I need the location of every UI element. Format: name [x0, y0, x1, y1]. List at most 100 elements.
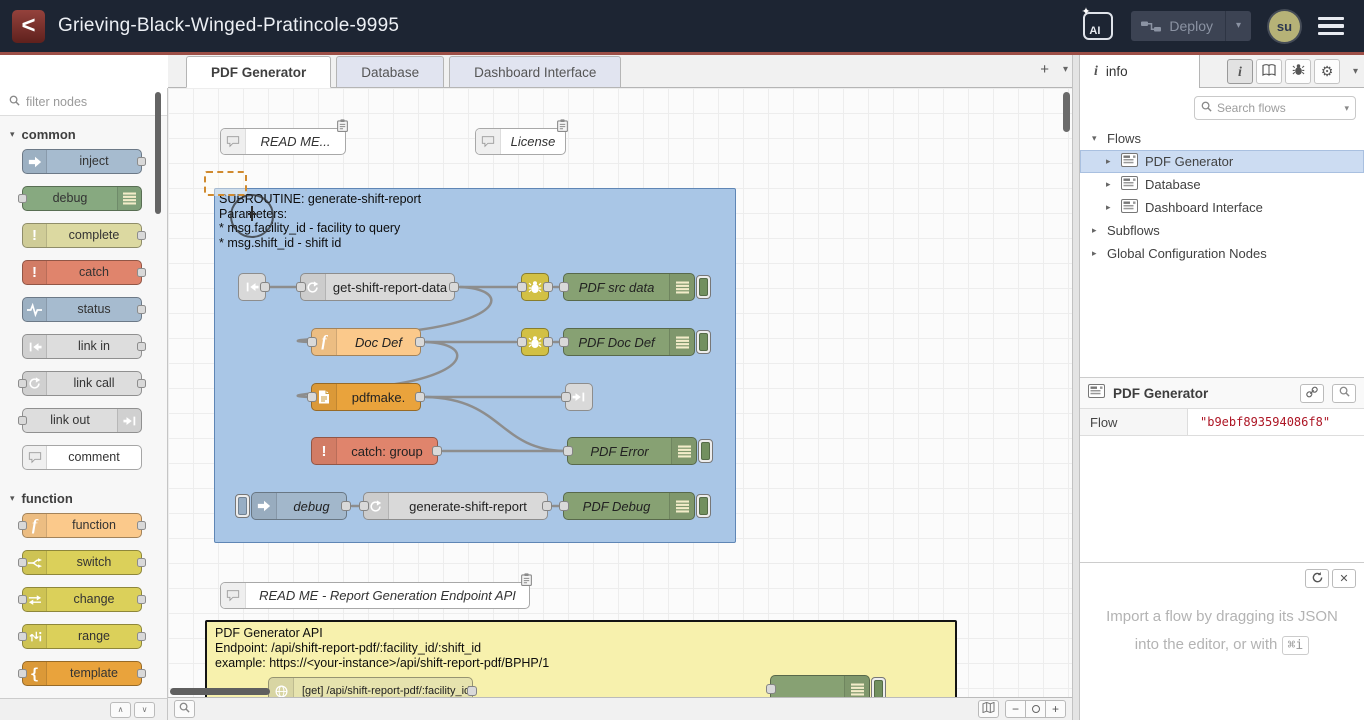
input-port[interactable]: [18, 595, 27, 604]
flow-node-pdf-debug[interactable]: PDF Debug: [563, 492, 695, 520]
output-port[interactable]: [542, 501, 552, 511]
input-port[interactable]: [18, 194, 27, 203]
palette-node-change[interactable]: change: [22, 587, 142, 612]
palette-section-function[interactable]: ▾function: [0, 482, 167, 513]
debug-toggle-button[interactable]: [871, 677, 886, 697]
refresh-button[interactable]: [1305, 569, 1329, 588]
tab-dashboard-interface[interactable]: Dashboard Interface: [449, 56, 621, 88]
palette-node-link-call[interactable]: link call: [22, 371, 142, 396]
palette-node-status[interactable]: status: [22, 297, 142, 322]
detail-search-button[interactable]: [1332, 384, 1356, 403]
tree-item-database[interactable]: ▸Database: [1080, 173, 1364, 196]
flow-node-link-out[interactable]: [565, 383, 593, 411]
input-port[interactable]: [561, 392, 571, 402]
output-port[interactable]: [543, 282, 553, 292]
flow-list-caret[interactable]: ▾: [1063, 64, 1068, 75]
tree-item-pdf-generator[interactable]: ▸PDF Generator: [1080, 150, 1364, 173]
expand-categories-button[interactable]: ∨: [134, 702, 155, 718]
tree-item-global-config[interactable]: ▸ Global Configuration Nodes: [1080, 242, 1364, 265]
close-panel-button[interactable]: ✕: [1332, 569, 1356, 588]
output-port[interactable]: [449, 282, 459, 292]
input-port[interactable]: [18, 632, 27, 641]
flow-node-trace-2[interactable]: [521, 328, 549, 356]
zoom-out-button[interactable]: −: [1005, 700, 1026, 718]
tab-pdf-generator[interactable]: PDF Generator: [186, 56, 331, 88]
input-port[interactable]: [18, 416, 27, 425]
debug-toggle-button[interactable]: [696, 275, 711, 299]
canvas-vertical-scrollbar[interactable]: [1063, 92, 1070, 132]
palette-scrollbar[interactable]: [155, 92, 161, 214]
flow-node-doc-def[interactable]: f Doc Def: [311, 328, 421, 356]
deploy-button[interactable]: Deploy ▾: [1131, 11, 1251, 41]
flow-node-pdf-error[interactable]: PDF Error: [567, 437, 697, 465]
flow-node-get-shift-report-data[interactable]: get-shift-report-data: [300, 273, 455, 301]
input-port[interactable]: [559, 337, 569, 347]
user-avatar[interactable]: su: [1269, 11, 1300, 42]
filter-nodes-input[interactable]: [26, 95, 141, 109]
output-port[interactable]: [137, 157, 146, 166]
output-port[interactable]: [137, 521, 146, 530]
input-port[interactable]: [18, 379, 27, 388]
output-port[interactable]: [260, 282, 270, 292]
collapse-categories-button[interactable]: ∧: [110, 702, 131, 718]
output-port[interactable]: [415, 337, 425, 347]
comment-node-readme-bottom[interactable]: READ ME - Report Generation Endpoint API: [220, 582, 530, 609]
input-port[interactable]: [517, 337, 527, 347]
palette-node-function[interactable]: ffunction: [22, 513, 142, 538]
output-port[interactable]: [137, 231, 146, 240]
input-port[interactable]: [307, 337, 317, 347]
palette-node-debug[interactable]: debug: [22, 186, 142, 211]
flow-canvas[interactable]: SUBROUTINE: generate-shift-report Parame…: [168, 88, 1072, 697]
tree-item-subflows[interactable]: ▸ Subflows: [1080, 219, 1364, 242]
output-port[interactable]: [137, 342, 146, 351]
zoom-in-button[interactable]: +: [1045, 700, 1066, 718]
flow-node-trace-1[interactable]: [521, 273, 549, 301]
output-port[interactable]: [341, 501, 351, 511]
search-flows-button[interactable]: [174, 700, 195, 718]
sidebar-debug-button[interactable]: [1285, 59, 1311, 84]
zoom-reset-button[interactable]: [1025, 700, 1046, 718]
debug-toggle-button[interactable]: [696, 330, 711, 354]
input-port[interactable]: [559, 501, 569, 511]
sidebar-options-caret[interactable]: ▾: [1353, 66, 1358, 77]
search-options-caret[interactable]: ▾: [1344, 103, 1349, 114]
output-port[interactable]: [467, 686, 477, 696]
input-port[interactable]: [18, 521, 27, 530]
palette-node-catch[interactable]: !catch: [22, 260, 142, 285]
palette-node-link-out[interactable]: link out: [22, 408, 142, 433]
output-port[interactable]: [432, 446, 442, 456]
app-logo-icon[interactable]: <: [12, 10, 45, 43]
copy-link-button[interactable]: [1300, 384, 1324, 403]
input-port[interactable]: [18, 669, 27, 678]
input-port[interactable]: [359, 501, 369, 511]
tree-item-flows[interactable]: ▾ Flows: [1080, 127, 1364, 150]
input-port[interactable]: [563, 446, 573, 456]
output-port[interactable]: [137, 669, 146, 678]
palette-node-switch[interactable]: switch: [22, 550, 142, 575]
canvas-horizontal-scrollbar[interactable]: [170, 688, 270, 695]
palette-node-inject[interactable]: inject: [22, 149, 142, 174]
debug-toggle-button[interactable]: [698, 439, 713, 463]
comment-node-readme-top[interactable]: READ ME...: [220, 128, 346, 155]
ai-assistant-button[interactable]: ✦ AI: [1083, 12, 1113, 40]
main-menu-button[interactable]: [1318, 17, 1352, 36]
flow-node-link-in[interactable]: [238, 273, 266, 301]
output-port[interactable]: [137, 558, 146, 567]
sidebar-help-button[interactable]: [1256, 59, 1282, 84]
flow-node-pdf-src-data[interactable]: PDF src data: [563, 273, 695, 301]
input-port[interactable]: [766, 684, 776, 694]
palette-node-link-in[interactable]: link in: [22, 334, 142, 359]
flow-node-debug-inject[interactable]: debug: [251, 492, 347, 520]
flow-node-generate-shift-report[interactable]: generate-shift-report: [363, 492, 548, 520]
input-port[interactable]: [18, 558, 27, 567]
deploy-options-caret[interactable]: ▾: [1225, 11, 1251, 41]
tree-item-dashboard-interface[interactable]: ▸Dashboard Interface: [1080, 196, 1364, 219]
input-port[interactable]: [517, 282, 527, 292]
palette-filter[interactable]: [0, 88, 167, 116]
sidebar-info-button[interactable]: i: [1227, 59, 1253, 84]
palette-node-range[interactable]: range: [22, 624, 142, 649]
flow-node-catch-group[interactable]: ! catch: group: [311, 437, 438, 465]
flow-node-http-in[interactable]: [get] /api/shift-report-pdf/:facility_id…: [268, 677, 473, 697]
output-port[interactable]: [415, 392, 425, 402]
sidebar-resize-gutter[interactable]: [1072, 55, 1080, 720]
